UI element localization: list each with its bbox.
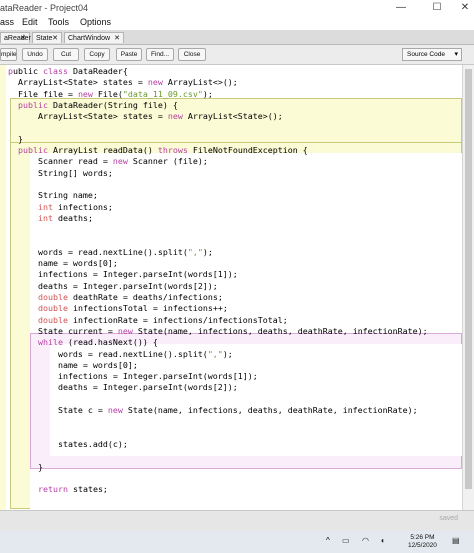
code-line: String[] words; <box>8 167 113 178</box>
code-line: deaths = Integer.parseInt(words[2]); <box>8 280 218 291</box>
code-line: name = words[0]; <box>8 258 118 269</box>
undo-button[interactable]: Undo <box>22 48 48 61</box>
code-line: public class DataReader{ <box>8 66 128 76</box>
editor-scrollbar[interactable] <box>462 65 474 510</box>
taskbar: ^ ▭ ◠ ◖ 5:26 PM 12/5/2020 ▤ <box>0 531 474 553</box>
close-tab-icon[interactable]: ✕ <box>52 33 58 44</box>
code-line: File file = new File("data_11_09.csv"); <box>8 88 213 99</box>
code-line: double infectionsTotal = infections++; <box>37 303 228 314</box>
network-icon[interactable]: ▭ <box>342 536 350 545</box>
code-line: infections = Integer.parseInt(words[1]); <box>8 371 258 382</box>
copy-button[interactable]: Copy <box>84 48 110 61</box>
code-line: public ArrayList readData() throws FileN… <box>18 145 308 156</box>
code-line: } <box>8 461 43 472</box>
code-line: State c = new State(name, infections, de… <box>8 405 418 415</box>
close-tab-icon[interactable]: ✕ <box>20 33 26 44</box>
code-line: name = words[0]; <box>8 359 138 370</box>
code-line: deaths = Integer.parseInt(words[2]); <box>8 382 238 393</box>
window-title: ataReader - Project04 <box>0 3 89 13</box>
code-line: String name; <box>8 190 98 201</box>
code-line: } <box>8 133 23 144</box>
tab-label: aReader <box>4 35 31 42</box>
menu-class[interactable]: ass <box>0 17 14 27</box>
tab-label: State <box>36 35 53 42</box>
maximize-button[interactable]: ☐ <box>422 0 452 16</box>
tray-expand-icon[interactable]: ^ <box>326 536 330 545</box>
code-line: while (read.hasNext()) { <box>37 337 158 348</box>
clock-date: 12/5/2020 <box>408 542 437 549</box>
code-line: Scanner read = new Scanner (file); <box>8 156 208 167</box>
code-line: int infections; <box>37 201 113 212</box>
view-mode-value: Source Code <box>407 51 445 58</box>
clock-time: 5:26 PM <box>410 534 435 541</box>
close-button[interactable]: Close <box>178 48 206 61</box>
cut-button[interactable]: Cut <box>53 48 79 61</box>
title-bar: ataReader - Project04 — ☐ ✕ <box>0 0 474 16</box>
close-window-button[interactable]: ✕ <box>450 0 474 16</box>
menu-tools[interactable]: Tools <box>48 17 69 27</box>
code-line: return states; <box>37 484 108 495</box>
menu-bar: ass Edit Tools Options <box>0 16 474 30</box>
close-tab-icon[interactable]: ✕ <box>114 33 120 44</box>
menu-edit[interactable]: Edit <box>22 17 38 27</box>
paste-button[interactable]: Paste <box>116 48 142 61</box>
tab-chartwindow[interactable]: ChartWindow ✕ <box>64 32 124 43</box>
code-line: infections = Integer.parseInt(words[1]); <box>8 269 238 280</box>
clock[interactable]: 5:26 PM 12/5/2020 <box>408 534 437 550</box>
menu-options[interactable]: Options <box>80 17 111 27</box>
scrollbar-thumb[interactable] <box>465 69 472 489</box>
tab-state[interactable]: State ✕ <box>32 32 62 43</box>
code-line: double deathRate = deaths/infections; <box>37 292 223 302</box>
code-line: states.add(c); <box>8 438 128 449</box>
toolbar: mpile Undo Cut Copy Paste Find... Close … <box>0 45 474 65</box>
status-text: saved <box>439 515 458 522</box>
code-editor[interactable]: public class DataReader{ ArrayList<State… <box>6 65 462 510</box>
chevron-down-icon: ▾ <box>454 51 458 58</box>
compile-button[interactable]: mpile <box>0 48 17 61</box>
view-mode-select[interactable]: Source Code ▾ <box>402 48 462 61</box>
code-line: int deaths; <box>37 212 93 223</box>
code-line: State current = new State(name, infectio… <box>8 325 428 336</box>
notifications-icon[interactable]: ▤ <box>452 536 460 545</box>
code-line: double infectionRate = infections/infect… <box>37 314 288 325</box>
volume-icon[interactable]: ◖ <box>380 536 385 545</box>
code-line: ArrayList<State> states = new ArrayList<… <box>8 77 238 88</box>
code-line: words = read.nextLine().split(","); <box>8 348 233 359</box>
code-line: ArrayList<State> states = new ArrayList<… <box>8 111 283 122</box>
wifi-icon[interactable]: ◠ <box>362 536 369 545</box>
status-bar: saved <box>0 510 474 532</box>
minimize-button[interactable]: — <box>386 0 416 16</box>
tab-datareader[interactable]: aReader ✕ <box>0 32 31 44</box>
code-line: words = read.nextLine().split(","); <box>8 246 213 257</box>
tab-bar: aReader ✕ State ✕ ChartWindow ✕ <box>0 30 474 45</box>
tab-label: ChartWindow <box>68 35 111 42</box>
find-button[interactable]: Find... <box>146 48 174 61</box>
code-line: public DataReader(String file) { <box>18 99 178 110</box>
